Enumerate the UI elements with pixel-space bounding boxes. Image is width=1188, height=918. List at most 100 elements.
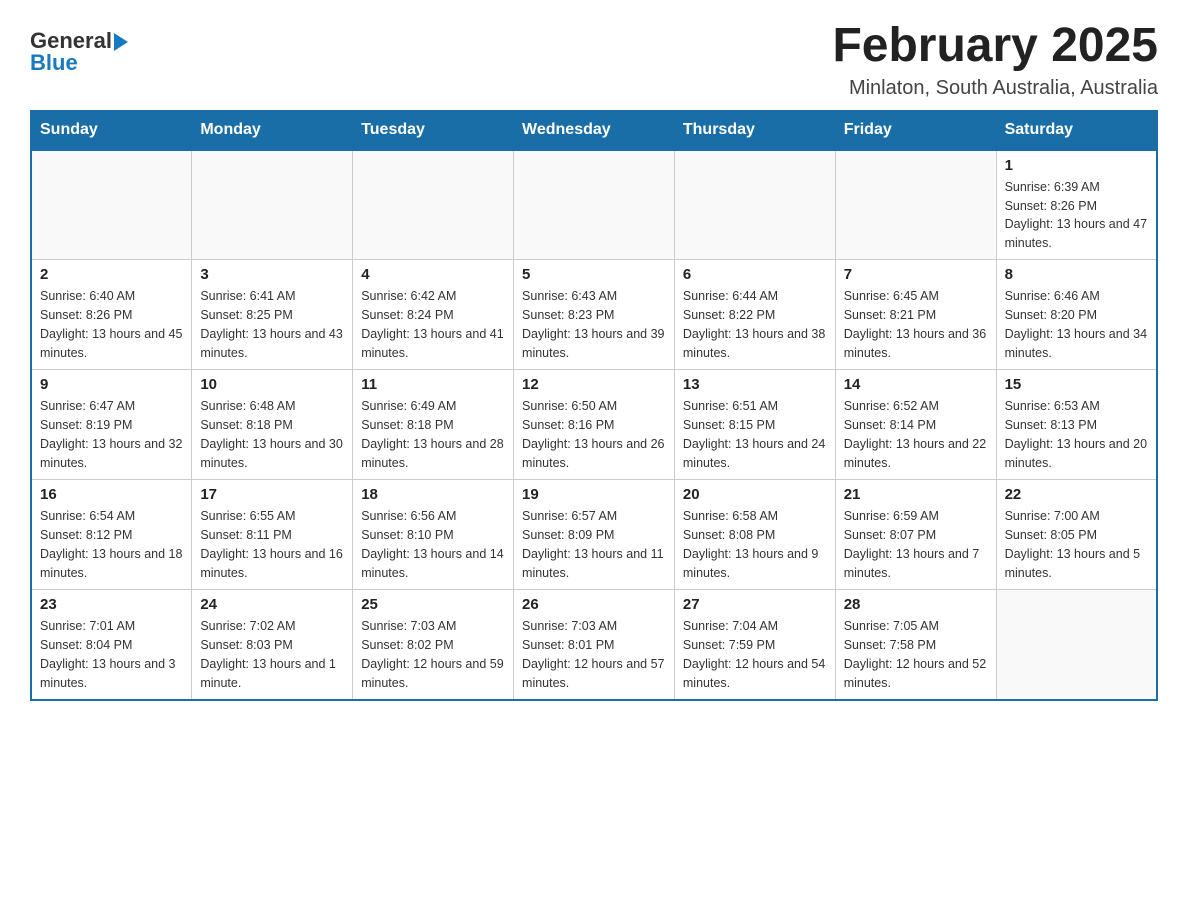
day-number: 26	[522, 596, 666, 613]
calendar-week-row: 1 Sunrise: 6:39 AMSunset: 8:26 PMDaylight…	[31, 150, 1157, 260]
day-of-week-header: Sunday	[31, 110, 192, 150]
day-info: Sunrise: 6:39 AMSunset: 8:26 PMDaylight:…	[1005, 178, 1148, 253]
calendar-cell: 14 Sunrise: 6:52 AMSunset: 8:14 PMDayligh…	[835, 370, 996, 480]
day-info: Sunrise: 6:58 AMSunset: 8:08 PMDaylight:…	[683, 507, 827, 582]
calendar-week-row: 16 Sunrise: 6:54 AMSunset: 8:12 PMDayligh…	[31, 480, 1157, 590]
logo-arrow-icon	[112, 31, 128, 51]
calendar-cell	[192, 150, 353, 260]
day-info: Sunrise: 7:00 AMSunset: 8:05 PMDaylight:…	[1005, 507, 1148, 582]
calendar-cell: 15Sunrise: 6:53 AMSunset: 8:13 PMDayligh…	[996, 370, 1157, 480]
day-number: 16	[40, 486, 183, 503]
logo-text-general: General	[30, 30, 112, 52]
day-info: Sunrise: 6:55 AMSunset: 8:11 PMDaylight:…	[200, 507, 344, 582]
calendar-week-row: 9 Sunrise: 6:47 AMSunset: 8:19 PMDaylight…	[31, 370, 1157, 480]
day-number: 11	[361, 376, 505, 393]
day-info: Sunrise: 6:52 AMSunset: 8:14 PMDaylight:…	[844, 397, 988, 472]
calendar-cell: 17Sunrise: 6:55 AMSunset: 8:11 PMDayligh…	[192, 480, 353, 590]
calendar-cell	[674, 150, 835, 260]
day-number: 10	[200, 376, 344, 393]
calendar-cell: 28 Sunrise: 7:05 AMSunset: 7:58 PMDayligh…	[835, 590, 996, 700]
day-of-week-header: Thursday	[674, 110, 835, 150]
calendar-cell: 6 Sunrise: 6:44 AMSunset: 8:22 PMDaylight…	[674, 260, 835, 370]
day-number: 24	[200, 596, 344, 613]
calendar-cell	[31, 150, 192, 260]
calendar-cell: 13 Sunrise: 6:51 AMSunset: 8:15 PMDayligh…	[674, 370, 835, 480]
day-number: 7	[844, 266, 988, 283]
day-info: Sunrise: 6:59 AMSunset: 8:07 PMDaylight:…	[844, 507, 988, 582]
day-info: Sunrise: 6:47 AMSunset: 8:19 PMDaylight:…	[40, 397, 183, 472]
day-number: 14	[844, 376, 988, 393]
calendar-cell	[835, 150, 996, 260]
day-of-week-header: Monday	[192, 110, 353, 150]
calendar-cell: 4 Sunrise: 6:42 AMSunset: 8:24 PMDaylight…	[353, 260, 514, 370]
day-info: Sunrise: 7:03 AMSunset: 8:02 PMDaylight:…	[361, 617, 505, 692]
day-number: 20	[683, 486, 827, 503]
day-number: 12	[522, 376, 666, 393]
day-number: 21	[844, 486, 988, 503]
calendar-cell: 5 Sunrise: 6:43 AMSunset: 8:23 PMDaylight…	[514, 260, 675, 370]
day-number: 18	[361, 486, 505, 503]
day-number: 2	[40, 266, 183, 283]
calendar-cell: 27 Sunrise: 7:04 AMSunset: 7:59 PMDayligh…	[674, 590, 835, 700]
calendar-cell: 24 Sunrise: 7:02 AMSunset: 8:03 PMDayligh…	[192, 590, 353, 700]
logo: General Blue	[30, 30, 128, 74]
calendar-cell: 7 Sunrise: 6:45 AMSunset: 8:21 PMDaylight…	[835, 260, 996, 370]
calendar-cell: 23Sunrise: 7:01 AMSunset: 8:04 PMDayligh…	[31, 590, 192, 700]
day-info: Sunrise: 6:48 AMSunset: 8:18 PMDaylight:…	[200, 397, 344, 472]
day-number: 19	[522, 486, 666, 503]
day-info: Sunrise: 6:56 AMSunset: 8:10 PMDaylight:…	[361, 507, 505, 582]
day-number: 27	[683, 596, 827, 613]
calendar-cell: 3Sunrise: 6:41 AMSunset: 8:25 PMDaylight…	[192, 260, 353, 370]
day-number: 6	[683, 266, 827, 283]
title-block: February 2025 Minlaton, South Australia,…	[832, 20, 1158, 100]
day-number: 8	[1005, 266, 1148, 283]
calendar-cell: 26 Sunrise: 7:03 AMSunset: 8:01 PMDayligh…	[514, 590, 675, 700]
day-info: Sunrise: 6:44 AMSunset: 8:22 PMDaylight:…	[683, 287, 827, 362]
page-header: General Blue February 2025 Minlaton, Sou…	[30, 20, 1158, 100]
logo-text-blue: Blue	[30, 50, 78, 75]
day-info: Sunrise: 6:53 AMSunset: 8:13 PMDaylight:…	[1005, 397, 1148, 472]
day-number: 22	[1005, 486, 1148, 503]
day-info: Sunrise: 6:43 AMSunset: 8:23 PMDaylight:…	[522, 287, 666, 362]
day-of-week-header: Friday	[835, 110, 996, 150]
day-info: Sunrise: 7:03 AMSunset: 8:01 PMDaylight:…	[522, 617, 666, 692]
calendar-week-row: 23Sunrise: 7:01 AMSunset: 8:04 PMDayligh…	[31, 590, 1157, 700]
day-info: Sunrise: 6:45 AMSunset: 8:21 PMDaylight:…	[844, 287, 988, 362]
calendar-cell: 9 Sunrise: 6:47 AMSunset: 8:19 PMDaylight…	[31, 370, 192, 480]
day-number: 23	[40, 596, 183, 613]
calendar-cell: 11 Sunrise: 6:49 AMSunset: 8:18 PMDayligh…	[353, 370, 514, 480]
day-number: 28	[844, 596, 988, 613]
calendar-header-row: SundayMondayTuesdayWednesdayThursdayFrid…	[31, 110, 1157, 150]
day-number: 5	[522, 266, 666, 283]
day-info: Sunrise: 7:04 AMSunset: 7:59 PMDaylight:…	[683, 617, 827, 692]
calendar-cell: 8 Sunrise: 6:46 AMSunset: 8:20 PMDaylight…	[996, 260, 1157, 370]
day-of-week-header: Wednesday	[514, 110, 675, 150]
day-number: 1	[1005, 157, 1148, 174]
calendar-subtitle: Minlaton, South Australia, Australia	[832, 77, 1158, 100]
day-number: 25	[361, 596, 505, 613]
day-number: 13	[683, 376, 827, 393]
calendar-cell: 21 Sunrise: 6:59 AMSunset: 8:07 PMDayligh…	[835, 480, 996, 590]
day-info: Sunrise: 6:41 AMSunset: 8:25 PMDaylight:…	[200, 287, 344, 362]
calendar-cell	[353, 150, 514, 260]
calendar-cell: 25 Sunrise: 7:03 AMSunset: 8:02 PMDayligh…	[353, 590, 514, 700]
day-number: 9	[40, 376, 183, 393]
calendar-week-row: 2 Sunrise: 6:40 AMSunset: 8:26 PMDaylight…	[31, 260, 1157, 370]
calendar-cell: 16 Sunrise: 6:54 AMSunset: 8:12 PMDayligh…	[31, 480, 192, 590]
day-info: Sunrise: 6:40 AMSunset: 8:26 PMDaylight:…	[40, 287, 183, 362]
calendar-title: February 2025	[832, 20, 1158, 73]
day-info: Sunrise: 7:02 AMSunset: 8:03 PMDaylight:…	[200, 617, 344, 692]
day-info: Sunrise: 6:54 AMSunset: 8:12 PMDaylight:…	[40, 507, 183, 582]
calendar-cell: 20 Sunrise: 6:58 AMSunset: 8:08 PMDayligh…	[674, 480, 835, 590]
day-info: Sunrise: 6:46 AMSunset: 8:20 PMDaylight:…	[1005, 287, 1148, 362]
day-of-week-header: Tuesday	[353, 110, 514, 150]
calendar-cell	[996, 590, 1157, 700]
calendar-table: SundayMondayTuesdayWednesdayThursdayFrid…	[30, 110, 1158, 701]
day-info: Sunrise: 7:05 AMSunset: 7:58 PMDaylight:…	[844, 617, 988, 692]
day-number: 4	[361, 266, 505, 283]
day-info: Sunrise: 6:49 AMSunset: 8:18 PMDaylight:…	[361, 397, 505, 472]
calendar-cell: 2 Sunrise: 6:40 AMSunset: 8:26 PMDaylight…	[31, 260, 192, 370]
calendar-cell: 10 Sunrise: 6:48 AMSunset: 8:18 PMDayligh…	[192, 370, 353, 480]
day-info: Sunrise: 6:42 AMSunset: 8:24 PMDaylight:…	[361, 287, 505, 362]
day-info: Sunrise: 6:51 AMSunset: 8:15 PMDaylight:…	[683, 397, 827, 472]
